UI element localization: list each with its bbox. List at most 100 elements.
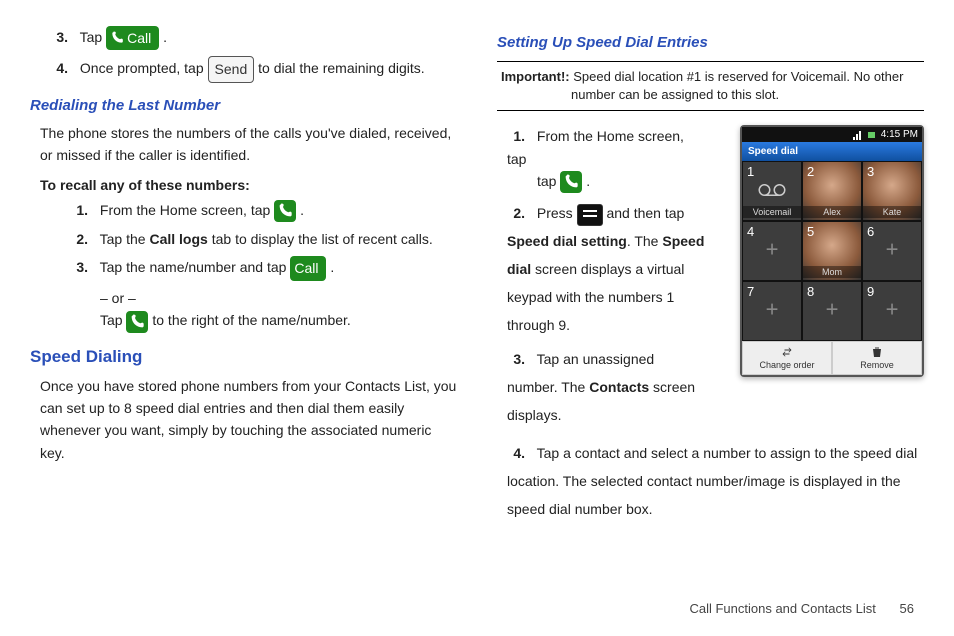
step-text: Once prompted, tap [80,60,208,76]
cell-number: 7 [747,284,754,299]
menu-icon [577,204,603,226]
step-text: Tap the name/number and tap [100,259,291,275]
cell-number: 9 [867,284,874,299]
step-text: From the Home screen, tap [100,202,274,218]
speed-dial-cell-6[interactable]: 6+ [862,221,922,281]
page: 3. Tap Call . 4. Once prompted, tap Send… [0,0,954,529]
phone-screenshot: 4:15 PM Speed dial 1 Voicemail2Alex 3 Kate 4… [740,125,924,377]
page-number: 56 [900,601,914,616]
cell-number: 4 [747,224,754,239]
subsection-setup-speed-dial: Setting Up Speed Dial Entries [497,34,924,51]
cell-label: Kate [863,206,921,218]
page-footer: Call Functions and Contacts List 56 [689,601,914,616]
step-3: 3. Tap Call . [50,26,457,50]
status-bar: 4:15 PM [742,127,922,142]
cell-label: Alex [803,206,861,218]
or-text: – or – [100,287,457,309]
signal-icon [853,130,863,140]
important-note: Important!: Speed dial location #1 is re… [497,61,924,111]
step-text: Tap the [100,231,150,247]
step-text: Press [537,205,577,221]
plus-icon: + [826,297,839,323]
speed-dial-cell-3[interactable]: 3 Kate [862,161,922,221]
speed-dial-cell-9[interactable]: 9+ [862,281,922,341]
phone-app-icon [274,200,296,222]
step-text: screen displays a virtual keypad with th… [507,261,684,333]
change-order-button[interactable]: Change order [742,341,832,375]
step-number: 4. [50,57,68,79]
important-text: Speed dial location #1 is reserved for V… [570,69,904,84]
paragraph: Once you have stored phone numbers from … [40,375,457,465]
speed-dial-cell-1[interactable]: 1 Voicemail [742,161,802,221]
setup-step-4: 4. Tap a contact and select a number to … [507,435,924,523]
speed-dial-cell-4[interactable]: 4+ [742,221,802,281]
step-number: 3. [50,26,68,48]
battery-icon [867,130,877,140]
step-4: 4. Once prompted, tap Send to dial the r… [50,56,457,82]
recall-step-1: 1. From the Home screen, tap . [70,199,457,222]
paragraph: The phone stores the numbers of the call… [40,122,457,167]
speed-dial-cell-5[interactable]: 5 Mom [802,221,862,281]
cell-label: Mom [803,266,861,278]
footer-section: Call Functions and Contacts List [689,601,875,616]
section-speed-dialing: Speed Dialing [30,347,457,367]
bold-text: Call logs [149,231,207,247]
step-number: 1. [70,199,88,221]
step-text: . [586,173,590,189]
screen-footer: Change order Remove [742,341,922,375]
phone-app-icon [126,311,148,333]
step-text: Tap [80,29,106,45]
steps-narrow: 1. From the Home screen, tap tap . 2. Pr… [497,125,707,429]
plus-icon: + [766,297,779,323]
setup-step-3: 3. Tap an unassigned number. The Contact… [507,345,707,429]
remove-label: Remove [860,360,894,370]
phone-app-icon [560,171,582,193]
send-button: Send [208,56,255,82]
cell-number: 3 [867,164,874,179]
step-text: . [300,202,304,218]
recall-step-3: 3. Tap the name/number and tap Call . [70,256,457,280]
cell-number: 5 [807,224,814,239]
swap-icon [780,346,794,358]
bold-text: Contacts [589,379,649,395]
step-number: 3. [507,345,525,373]
setup-step-2: 2. Press and then tap Speed dial setting… [507,199,707,339]
step-number: 2. [70,228,88,250]
status-time: 4:15 PM [881,129,918,140]
screen-title: Speed dial [742,142,922,161]
voicemail-icon [757,180,787,200]
plus-icon: + [766,237,779,263]
right-column: Setting Up Speed Dial Entries Important!… [497,20,924,529]
step-number: 3. [70,256,88,278]
cell-number: 6 [867,224,874,239]
change-order-label: Change order [759,360,814,370]
speed-dial-grid: 1Voicemail2Alex3Kate4+5Mom6+7+8+9+ [742,161,922,341]
step-text: . The [627,233,663,249]
step-text: From the Home screen, tap [507,128,684,166]
step-number: 1. [507,125,525,147]
recall-heading: To recall any of these numbers: [40,177,457,193]
recall-step-3b: Tap to the right of the name/number. [100,309,457,332]
step-text: Tap a contact and select a number to ass… [507,445,917,517]
step-text: tab to display the list of recent calls. [212,231,433,247]
plus-icon: + [886,297,899,323]
important-label: Important!: [501,69,570,84]
cell-number: 1 [747,164,754,179]
recall-step-2: 2. Tap the Call logs tab to display the … [70,228,457,250]
setup-step-1: 1. From the Home screen, tap tap . [507,125,707,193]
step-text: to the right of the name/number. [152,312,350,328]
step-text: . [163,29,167,45]
call-button: Call [106,26,159,50]
step-number: 4. [507,439,525,467]
call-button-label: Call [127,27,151,49]
steps-with-screenshot: 4:15 PM Speed dial 1 Voicemail2Alex 3 Kate 4… [497,125,924,523]
speed-dial-cell-2[interactable]: 2Alex [802,161,862,221]
speed-dial-cell-8[interactable]: 8+ [802,281,862,341]
call-button: Call [290,256,326,280]
remove-button[interactable]: Remove [832,341,922,375]
step-text: to dial the remaining digits. [258,60,425,76]
important-text-2: number can be assigned to this slot. [571,86,920,104]
speed-dial-cell-7[interactable]: 7+ [742,281,802,341]
cell-label: Voicemail [743,206,801,218]
step-number: 2. [507,199,525,227]
